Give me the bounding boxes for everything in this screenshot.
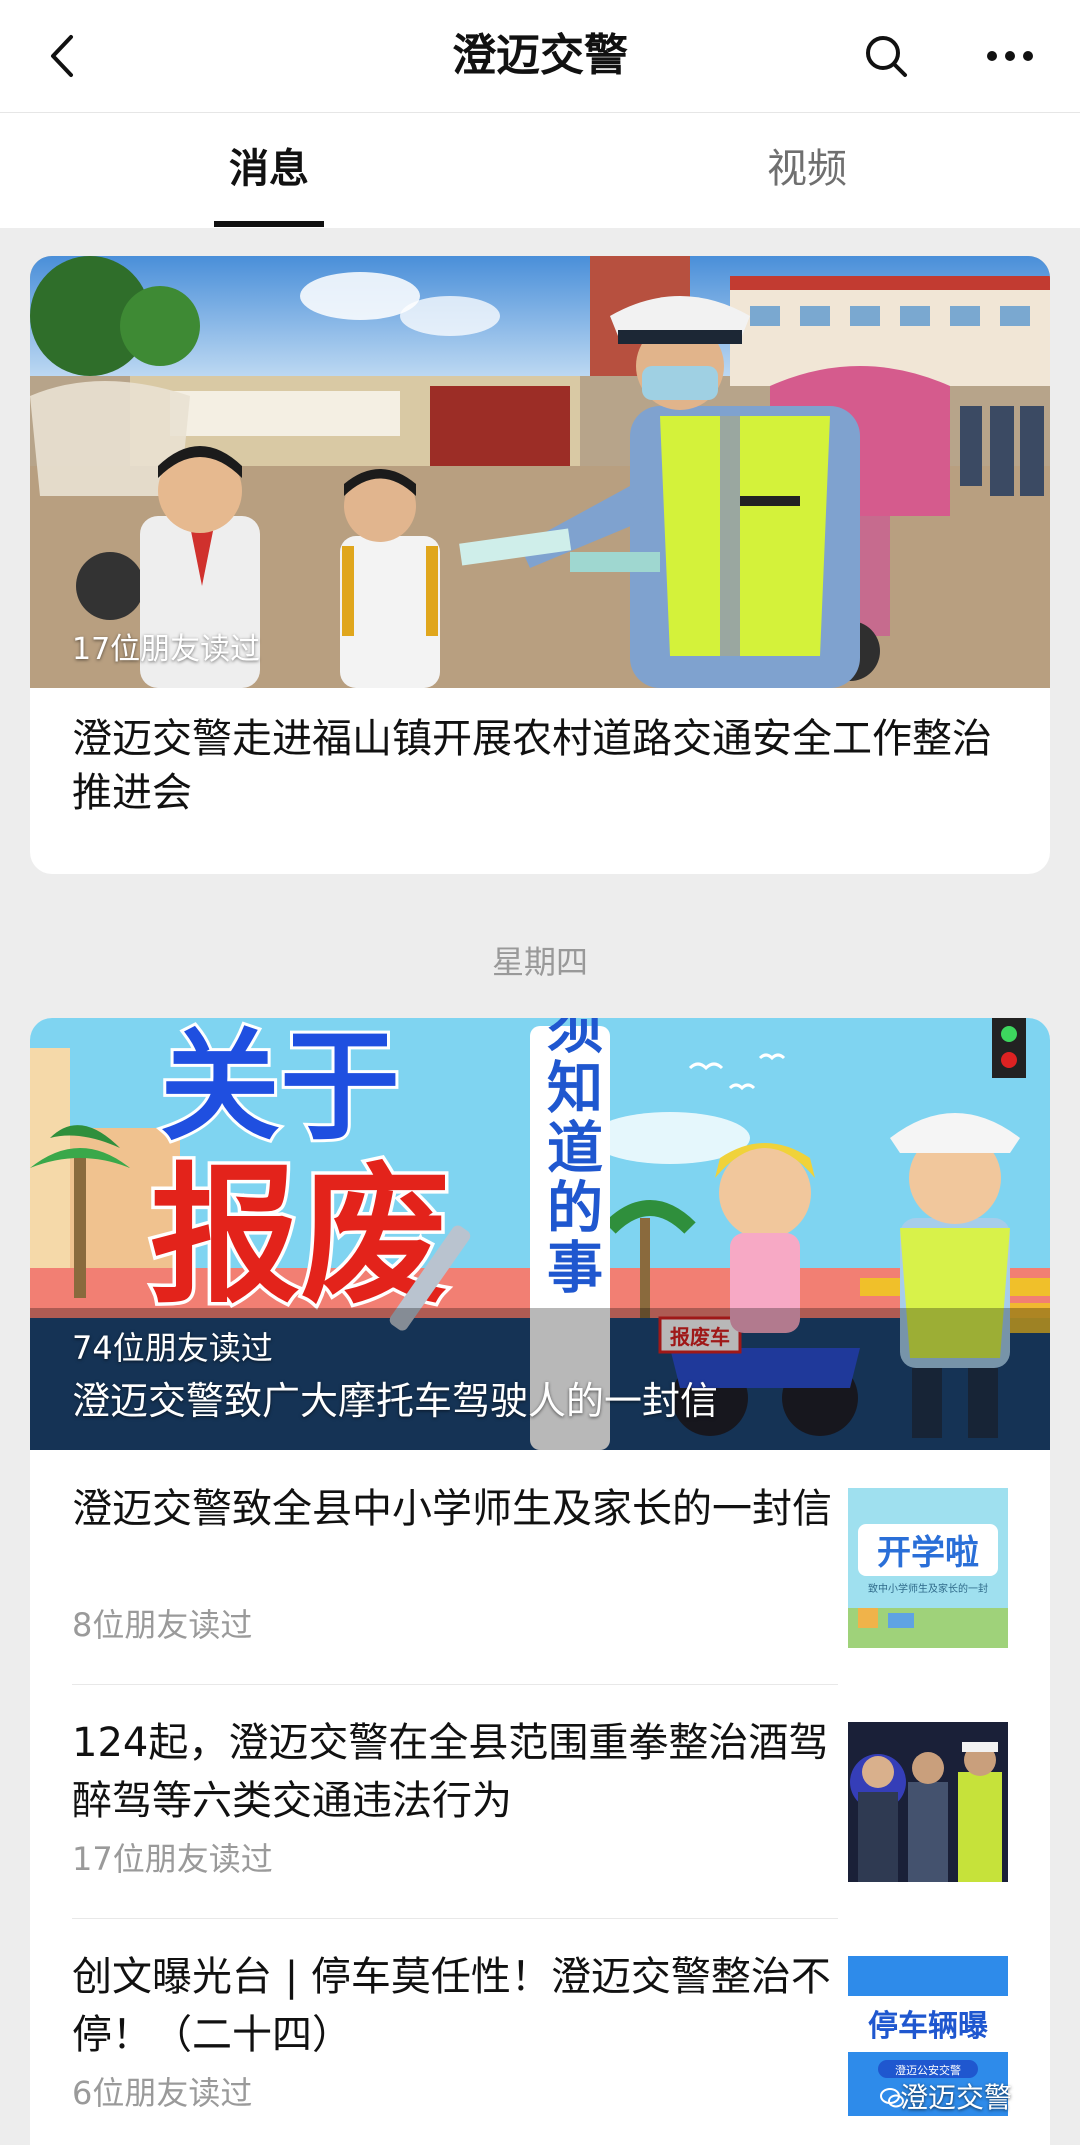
article-group-card: 关于 报废 你必须知道的事 报废车 74位朋友读过 澄迈交警致广大摩托车驾驶人的…: [30, 1018, 1050, 2145]
list-item-title: 124起，澄迈交警在全县范围重拳整治酒驾醉驾等六类交通违法行为: [72, 1720, 829, 1824]
list-item-read-count: 17位朋友读过: [72, 1840, 273, 1878]
thumb-subtext: 致中小学师生及家长的一封: [868, 1582, 988, 1595]
active-tab-indicator: [214, 221, 324, 227]
back-to-school-thumbnail: 开学啦 致中小学师生及家长的一封: [848, 1488, 1008, 1648]
thumb-heading: 停车辆曝: [868, 2009, 988, 2044]
day-label: 星期四: [491, 943, 588, 981]
search-icon: [866, 36, 907, 77]
thumb-subtext: 澄迈公安交警: [895, 2063, 961, 2077]
read-count-overlay: 17位朋友读过: [72, 632, 261, 667]
article-card-top[interactable]: 17位朋友读过 澄迈交警走进福山镇开展农村道路交通安全工作整治推进会: [30, 256, 1050, 874]
list-item-read-count: 6位朋友读过: [72, 2074, 253, 2112]
list-item[interactable]: 创文曝光台 | 停车莫任性！澄迈交警整治不停！（二十四） 6位朋友读过 停车辆曝…: [30, 1918, 1050, 2145]
list-item-read-count: 8位朋友读过: [72, 1606, 253, 1644]
thumb-heading: 开学啦: [877, 1533, 979, 1573]
list-item-thumbnail: [848, 1722, 1008, 1882]
article-cover-image: 17位朋友读过: [30, 256, 1050, 688]
tab-bar: 消息 视频: [0, 112, 1080, 228]
source-watermark: 澄迈交警: [900, 2081, 1013, 2114]
list-item[interactable]: 澄迈交警致全县中小学师生及家长的一封信 8位朋友读过 开学啦 致中小学师生及家长…: [30, 1450, 1050, 1684]
list-item-title: 创文曝光台 | 停车莫任性！澄迈交警整治不停！（二十四）: [72, 1954, 831, 2058]
tab-videos[interactable]: 视频: [752, 141, 862, 197]
search-button[interactable]: [854, 24, 918, 88]
more-dots-icon: [987, 51, 1033, 61]
featured-read-count: 74位朋友读过: [72, 1329, 273, 1367]
more-button[interactable]: [978, 24, 1042, 88]
cover-vertical-text: 你必须知道的事: [538, 1018, 604, 1298]
featured-article-title: 澄迈交警致广大摩托车驾驶人的一封信: [72, 1379, 719, 1423]
account-title: 澄迈交警: [452, 30, 628, 81]
cover-heading-line1: 关于: [160, 1018, 400, 1157]
article-title[interactable]: 澄迈交警走进福山镇开展农村道路交通安全工作整治推进会: [72, 712, 1022, 820]
night-checkpoint-thumbnail: [848, 1722, 1008, 1882]
top-navigation-bar: 澄迈交警: [0, 0, 1080, 112]
featured-article-cover[interactable]: 关于 报废 你必须知道的事 报废车 74位朋友读过 澄迈交警致广大摩托车驾驶人的…: [30, 1018, 1050, 1450]
list-item-thumbnail: 开学啦 致中小学师生及家长的一封: [848, 1488, 1008, 1648]
list-item[interactable]: 124起，澄迈交警在全县范围重拳整治酒驾醉驾等六类交通违法行为 17位朋友读过: [30, 1684, 1050, 1918]
list-item-title: 澄迈交警致全县中小学师生及家长的一封信: [72, 1486, 832, 1532]
tab-messages[interactable]: 消息: [214, 141, 324, 197]
